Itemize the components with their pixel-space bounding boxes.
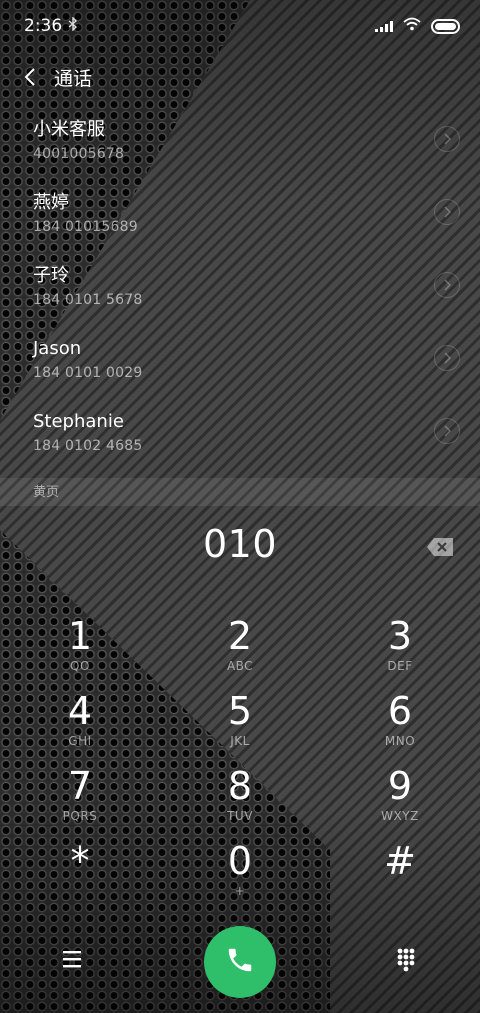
status-icons — [375, 16, 460, 36]
list-item[interactable]: Stephanie 184 0102 4685 — [0, 404, 480, 477]
list-item[interactable]: 子玲 184 0101 5678 — [0, 258, 480, 331]
key-digit: 0 — [227, 839, 253, 883]
dialed-number-display: 010 — [202, 522, 278, 566]
chevron-right-icon[interactable] — [434, 345, 460, 371]
status-time: 2:36 — [24, 16, 63, 36]
key-digit: 1 — [67, 614, 93, 658]
key-letters: QO — [70, 659, 90, 673]
header: 通话 — [16, 58, 92, 96]
dialpad-icon[interactable] — [396, 947, 416, 973]
backspace-icon[interactable] — [426, 537, 454, 557]
contact-number: 184 0101 0029 — [33, 365, 143, 381]
key-9[interactable]: 9 WXYZ — [320, 762, 480, 837]
key-4[interactable]: 4 GHI — [0, 687, 160, 762]
contact-name: Jason — [33, 338, 82, 359]
key-digit: * — [70, 839, 90, 883]
key-digit: 6 — [387, 689, 413, 733]
contact-suggestions-list: 小米客服 4001005678 燕婷 184 01015689 子玲 184 0… — [0, 112, 480, 477]
chevron-right-icon[interactable] — [434, 199, 460, 225]
key-digit: 3 — [387, 614, 413, 658]
key-letters: TUV — [227, 809, 253, 823]
status-bar: 2:36 — [0, 0, 480, 52]
key-letters: WXYZ — [381, 809, 419, 823]
list-item[interactable]: 燕婷 184 01015689 — [0, 185, 480, 258]
list-item[interactable]: 小米客服 4001005678 — [0, 112, 480, 185]
key-hash[interactable]: # — [320, 837, 480, 912]
key-8[interactable]: 8 TUV — [160, 762, 320, 837]
dialpad: 1 QO 2 ABC 3 DEF 4 GHI 5 JKL 6 MNO 7 PQR… — [0, 612, 480, 912]
key-star[interactable]: * — [0, 837, 160, 912]
key-letters: PQRS — [62, 809, 98, 823]
key-letters: MNO — [384, 734, 416, 748]
contact-number: 184 0102 4685 — [33, 438, 143, 454]
key-3[interactable]: 3 DEF — [320, 612, 480, 687]
list-item[interactable]: Jason 184 0101 0029 — [0, 331, 480, 404]
chevron-right-icon[interactable] — [434, 126, 460, 152]
key-0[interactable]: 0 + — [160, 837, 320, 912]
call-button[interactable] — [204, 926, 276, 998]
key-letters: + — [234, 884, 246, 898]
key-digit: 8 — [227, 764, 253, 808]
contact-number: 4001005678 — [33, 146, 125, 162]
phone-icon — [225, 945, 255, 979]
contact-name: 燕婷 — [33, 192, 69, 213]
key-5[interactable]: 5 JKL — [160, 687, 320, 762]
menu-icon[interactable] — [61, 949, 83, 969]
chevron-right-icon[interactable] — [434, 418, 460, 444]
key-2[interactable]: 2 ABC — [160, 612, 320, 687]
page-title: 通话 — [54, 67, 93, 90]
key-digit: 4 — [67, 689, 93, 733]
key-digit: 7 — [67, 764, 93, 808]
key-letters: ABC — [226, 659, 254, 673]
key-digit: 9 — [387, 764, 413, 808]
key-letters: JKL — [230, 734, 250, 748]
contact-name: 小米客服 — [33, 119, 105, 140]
back-arrow-icon[interactable] — [16, 63, 44, 91]
key-digit: # — [384, 839, 416, 883]
key-letters: DEF — [387, 659, 413, 673]
key-7[interactable]: 7 PQRS — [0, 762, 160, 837]
key-letters: GHI — [68, 734, 92, 748]
bottom-action-bar — [0, 925, 480, 998]
key-6[interactable]: 6 MNO — [320, 687, 480, 762]
key-1[interactable]: 1 QO — [0, 612, 160, 687]
key-digit: 2 — [227, 614, 253, 658]
contact-name: 子玲 — [33, 265, 69, 286]
yellow-pages-section-header[interactable]: 黄页 — [0, 478, 480, 506]
bluetooth-icon — [68, 16, 78, 35]
contact-number: 184 01015689 — [33, 219, 138, 235]
wifi-icon — [403, 16, 421, 36]
contact-number: 184 0101 5678 — [33, 292, 143, 308]
battery-icon — [431, 18, 460, 34]
chevron-right-icon[interactable] — [434, 272, 460, 298]
signal-icon — [375, 20, 393, 32]
contact-name: Stephanie — [33, 411, 124, 432]
key-digit: 5 — [227, 689, 253, 733]
